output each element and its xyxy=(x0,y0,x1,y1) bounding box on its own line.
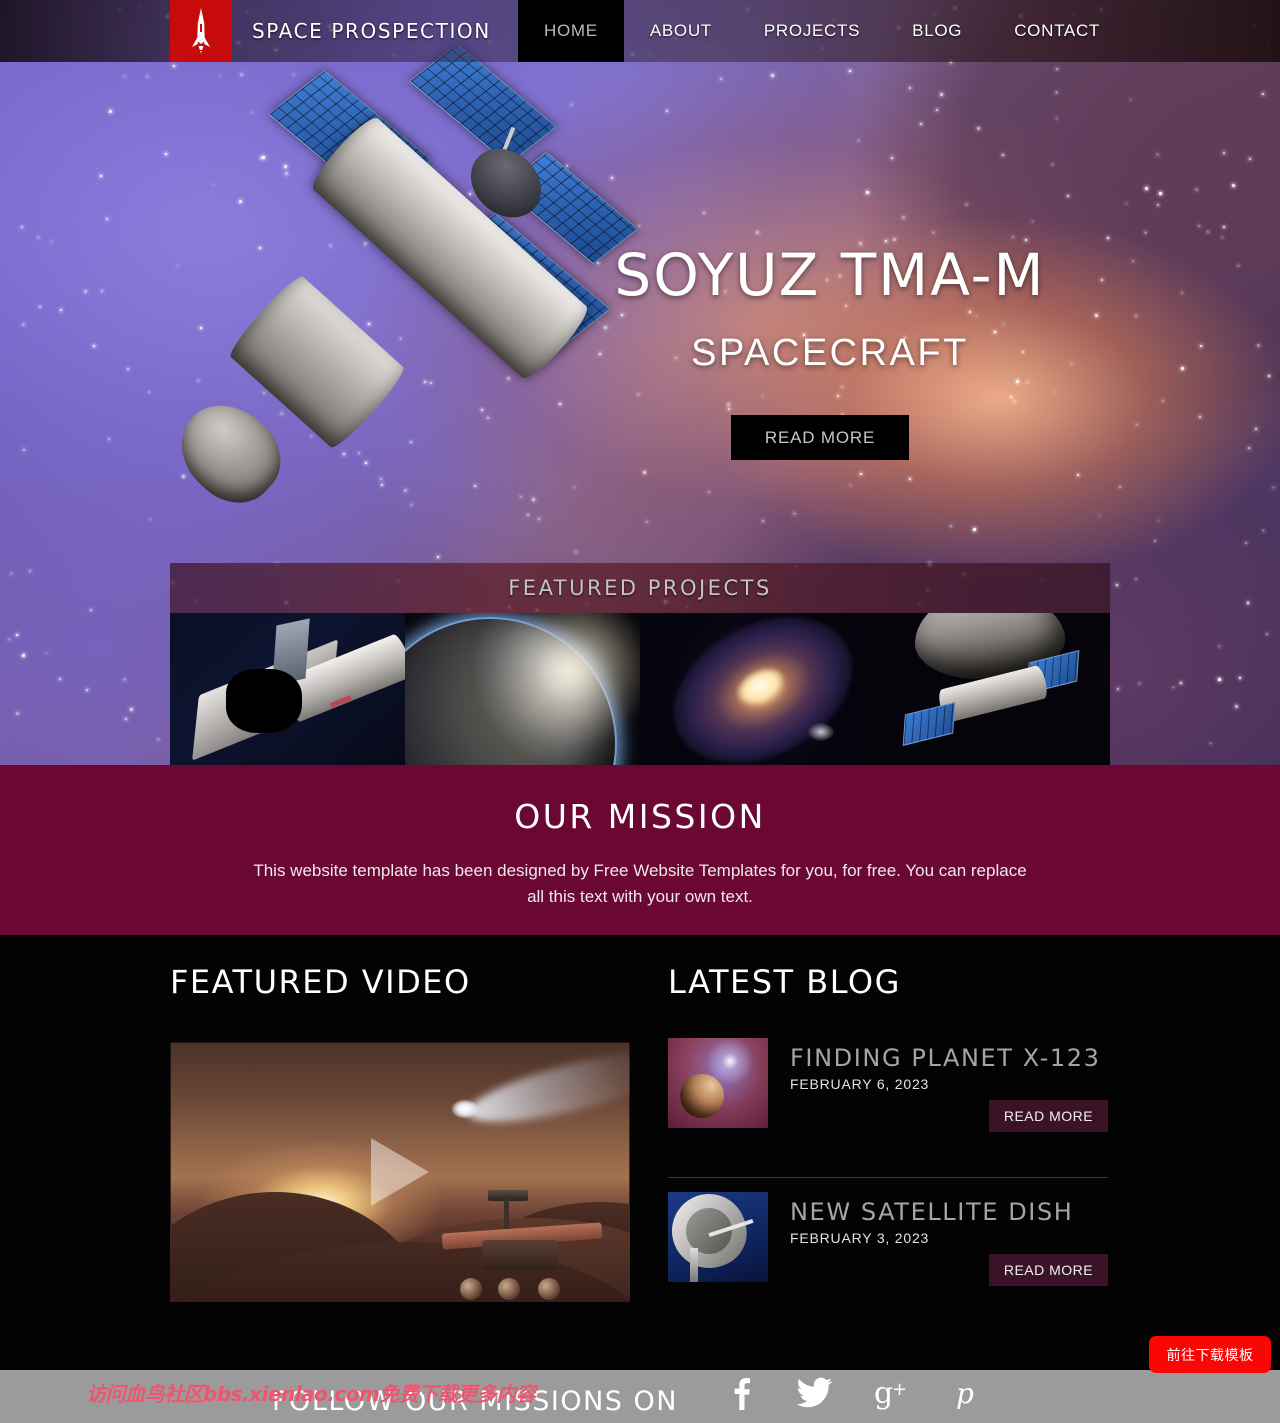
project-thumbnail-earth[interactable] xyxy=(405,613,640,765)
nav-item-contact[interactable]: CONTACT xyxy=(988,0,1126,62)
mars-rover xyxy=(441,1190,612,1300)
featured-projects-section: FEATURED PROJECTS xyxy=(170,563,1110,765)
nav-item-blog[interactable]: BLOG xyxy=(886,0,988,62)
latest-blog-heading: LATEST BLOG xyxy=(668,963,901,1001)
soyuz-spacecraft-illustration xyxy=(150,43,639,580)
project-thumbnail-galaxy[interactable] xyxy=(640,613,875,765)
featured-projects-header: FEATURED PROJECTS xyxy=(170,563,1110,613)
divider xyxy=(668,1177,1108,1178)
latest-blog-list: FINDING PLANET X-123 FEBRUARY 6, 2023 RE… xyxy=(668,1038,1108,1331)
hero-subtitle: SPACECRAFT xyxy=(691,332,969,374)
main-nav: HOME ABOUT PROJECTS BLOG CONTACT xyxy=(518,0,1126,62)
rocket-icon xyxy=(192,8,210,54)
blog-post-date: FEBRUARY 6, 2023 xyxy=(790,1076,930,1092)
google-plus-icon[interactable]: g + xyxy=(874,1376,912,1415)
featured-video-heading: FEATURED VIDEO xyxy=(170,963,471,1001)
mission-text: This website template has been designed … xyxy=(253,861,1027,906)
nav-item-projects[interactable]: PROJECTS xyxy=(738,0,886,62)
watermark-text: 访问血鸟社区bbs.xienlao.com免费下载更多内容 xyxy=(86,1382,536,1406)
earth-from-orbit-image xyxy=(405,613,640,765)
nav-item-home[interactable]: HOME xyxy=(518,0,624,62)
featured-video-player[interactable] xyxy=(170,1042,630,1302)
hero-title: SOYUZ TMA-M xyxy=(614,241,1046,309)
project-thumbnail-space-shuttle[interactable] xyxy=(170,613,405,765)
featured-projects-grid xyxy=(170,613,1110,765)
comet-head xyxy=(452,1100,478,1118)
brand-title: SPACE PROSPECTION xyxy=(252,19,491,43)
our-mission-section: OUR MISSION This website template has be… xyxy=(0,765,1280,935)
blog-thumbnail-planet[interactable] xyxy=(668,1038,768,1128)
social-links: g + p xyxy=(728,1376,982,1415)
blog-thumbnail-satellite-dish[interactable] xyxy=(668,1192,768,1282)
logo[interactable] xyxy=(170,0,232,62)
nav-item-about[interactable]: ABOUT xyxy=(624,0,738,62)
twitter-icon[interactable] xyxy=(796,1376,833,1415)
page-root: SOYUZ TMA-M SPACECRAFT READ MORE SPACE P… xyxy=(0,0,1280,1423)
download-template-button[interactable]: 前往下载模板 xyxy=(1149,1336,1271,1373)
top-navigation-bar: SPACE PROSPECTION HOME ABOUT PROJECTS BL… xyxy=(0,0,1280,62)
featured-projects-heading: FEATURED PROJECTS xyxy=(508,576,772,600)
blog-post-title[interactable]: FINDING PLANET X-123 xyxy=(790,1044,1101,1072)
project-thumbnail-asteroid[interactable] xyxy=(875,613,1110,765)
asteroid-spacecraft-image xyxy=(875,613,1110,765)
comet-tail xyxy=(462,1042,630,1136)
pinterest-icon[interactable]: p xyxy=(954,1376,982,1415)
facebook-icon[interactable] xyxy=(728,1376,754,1415)
mission-heading: OUR MISSION xyxy=(514,797,766,836)
svg-text:g: g xyxy=(874,1376,893,1410)
engine-nozzle xyxy=(162,386,298,520)
blog-post-date: FEBRUARY 3, 2023 xyxy=(790,1230,930,1246)
svg-text:p: p xyxy=(956,1377,974,1410)
blog-post-title[interactable]: NEW SATELLITE DISH xyxy=(790,1198,1073,1226)
blog-read-more-button[interactable]: READ MORE xyxy=(989,1254,1108,1286)
blog-post-item: FINDING PLANET X-123 FEBRUARY 6, 2023 RE… xyxy=(668,1038,1108,1177)
blog-read-more-button[interactable]: READ MORE xyxy=(989,1100,1108,1132)
spiral-galaxy-image xyxy=(640,613,875,765)
play-icon[interactable] xyxy=(371,1138,429,1206)
svg-text:+: + xyxy=(892,1379,907,1400)
hero-read-more-button[interactable]: READ MORE xyxy=(731,415,909,460)
space-shuttle-image xyxy=(170,613,405,765)
blog-post-item: NEW SATELLITE DISH FEBRUARY 3, 2023 READ… xyxy=(668,1192,1108,1331)
